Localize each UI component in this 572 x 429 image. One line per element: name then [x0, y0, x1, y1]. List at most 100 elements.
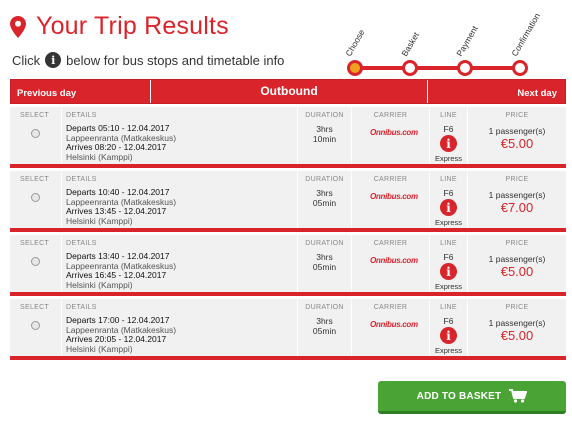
details-cell: DETAILS Departs 13:40 - 12.04.2017 Lappe…	[62, 235, 298, 292]
price-cell: PRICE 1 passenger(s) €5.00	[468, 235, 566, 292]
details-header: DETAILS	[66, 304, 97, 311]
select-header: SELECT	[20, 304, 50, 311]
carrier-cell: CARRIER Onnibus.com	[352, 171, 430, 228]
carrier-header: CARRIER	[373, 176, 408, 183]
trip-radio[interactable]	[31, 193, 40, 202]
arrival-stop: Helsinki (Kamppi)	[66, 151, 133, 162]
select-cell: SELECT	[10, 107, 62, 164]
step-label-confirmation: Confirmation	[509, 11, 543, 58]
info-icon: i	[45, 52, 62, 68]
trip-price: €5.00	[500, 136, 534, 151]
step-node-choose	[347, 60, 363, 76]
duration-header: DURATION	[305, 240, 344, 247]
hint-text-after: below for bus stops and timetable info	[66, 52, 285, 68]
carrier-cell: CARRIER Onnibus.com	[352, 107, 430, 164]
select-cell: SELECT	[10, 171, 62, 228]
select-header: SELECT	[20, 176, 50, 183]
details-cell: DETAILS Departs 05:10 - 12.04.2017 Lappe…	[62, 107, 298, 164]
trip-price: €5.00	[500, 264, 534, 279]
line-header: LINE	[440, 304, 457, 311]
carrier-logo: Onnibus.com	[370, 128, 418, 137]
line-header: LINE	[440, 112, 457, 119]
details-header: DETAILS	[66, 240, 97, 247]
trip-row[interactable]: SELECT DETAILS Departs 10:40 - 12.04.201…	[10, 171, 566, 232]
add-to-basket-button[interactable]: ADD TO BASKET	[378, 381, 566, 414]
duration-header: DURATION	[305, 112, 344, 119]
arrival-stop: Helsinki (Kamppi)	[66, 215, 133, 226]
carrier-header: CARRIER	[373, 304, 408, 311]
timetable-info-icon[interactable]: i	[440, 199, 457, 216]
service-type: Express	[434, 346, 463, 355]
trip-radio[interactable]	[31, 129, 40, 138]
details-header: DETAILS	[66, 112, 97, 119]
duration-cell: DURATION 3hrs 05min	[298, 235, 352, 292]
passenger-count: 1 passenger(s)	[488, 254, 546, 264]
details-header: DETAILS	[66, 176, 97, 183]
carrier-logo: Onnibus.com	[370, 256, 418, 265]
duration-minutes: 10min	[312, 133, 337, 144]
line-header: LINE	[440, 240, 457, 247]
passenger-count: 1 passenger(s)	[488, 190, 546, 200]
step-label-choose: Choose	[343, 27, 367, 58]
carrier-cell: CARRIER Onnibus.com	[352, 235, 430, 292]
page-header: Your Trip Results	[10, 12, 229, 41]
day-nav-bar: Previous day Outbound Next day	[10, 79, 566, 104]
price-cell: PRICE 1 passenger(s) €7.00	[468, 171, 566, 228]
line-cell: LINE F6 i Express	[430, 235, 468, 292]
line-code: F6	[443, 316, 454, 326]
cart-icon	[509, 389, 528, 403]
step-label-basket: Basket	[399, 30, 421, 58]
price-header: PRICE	[505, 240, 529, 247]
price-header: PRICE	[505, 176, 529, 183]
trip-row[interactable]: SELECT DETAILS Departs 05:10 - 12.04.201…	[10, 107, 566, 168]
duration-header: DURATION	[305, 176, 344, 183]
price-header: PRICE	[505, 112, 529, 119]
select-header: SELECT	[20, 240, 50, 247]
line-cell: LINE F6 i Express	[430, 299, 468, 356]
timetable-info-icon[interactable]: i	[440, 327, 457, 344]
step-node-confirmation	[512, 60, 528, 76]
line-cell: LINE F6 i Express	[430, 107, 468, 164]
trip-radio[interactable]	[31, 321, 40, 330]
price-cell: PRICE 1 passenger(s) €5.00	[468, 299, 566, 356]
timetable-info-icon[interactable]: i	[440, 263, 457, 280]
line-code: F6	[443, 188, 454, 198]
trip-row[interactable]: SELECT DETAILS Departs 17:00 - 12.04.201…	[10, 299, 566, 360]
trip-price: €5.00	[500, 328, 534, 343]
trip-row[interactable]: SELECT DETAILS Departs 13:40 - 12.04.201…	[10, 235, 566, 296]
carrier-cell: CARRIER Onnibus.com	[352, 299, 430, 356]
line-code: F6	[443, 252, 454, 262]
service-type: Express	[434, 154, 463, 163]
passenger-count: 1 passenger(s)	[488, 318, 546, 328]
details-cell: DETAILS Departs 10:40 - 12.04.2017 Lappe…	[62, 171, 298, 228]
page-title: Your Trip Results	[36, 12, 229, 40]
timetable-hint: Click i below for bus stops and timetabl…	[12, 52, 284, 68]
duration-cell: DURATION 3hrs 10min	[298, 107, 352, 164]
duration-minutes: 05min	[312, 197, 337, 208]
carrier-logo: Onnibus.com	[370, 192, 418, 201]
service-type: Express	[434, 218, 463, 227]
arrival-stop: Helsinki (Kamppi)	[66, 279, 133, 290]
step-node-payment	[457, 60, 473, 76]
duration-cell: DURATION 3hrs 05min	[298, 171, 352, 228]
carrier-logo: Onnibus.com	[370, 320, 418, 329]
timetable-info-icon[interactable]: i	[440, 135, 457, 152]
hint-text-before: Click	[12, 52, 41, 68]
previous-day-link[interactable]: Previous day	[11, 80, 151, 103]
direction-title: Outbound	[260, 84, 318, 98]
map-pin-icon	[10, 15, 26, 38]
progress-track	[355, 66, 523, 70]
line-code: F6	[443, 124, 454, 134]
details-cell: DETAILS Departs 17:00 - 12.04.2017 Lappe…	[62, 299, 298, 356]
trip-radio[interactable]	[31, 257, 40, 266]
trip-price: €7.00	[500, 200, 534, 215]
arrival-stop: Helsinki (Kamppi)	[66, 343, 133, 354]
step-node-basket	[402, 60, 418, 76]
duration-minutes: 05min	[312, 325, 337, 336]
next-day-link[interactable]: Next day	[427, 80, 565, 103]
carrier-header: CARRIER	[373, 112, 408, 119]
trip-results: Previous day Outbound Next day SELECT DE…	[10, 79, 566, 360]
booking-progress: Choose Basket Payment Confirmation	[340, 0, 572, 82]
duration-minutes: 05min	[312, 261, 337, 272]
service-type: Express	[434, 282, 463, 291]
